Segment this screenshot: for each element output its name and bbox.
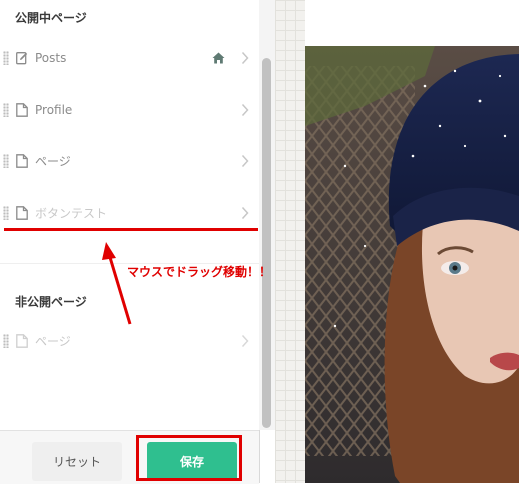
edit-icon (16, 52, 28, 65)
page-item-button-test[interactable]: ボタンテスト (0, 187, 259, 239)
preview-header (305, 0, 519, 46)
scrollbar-thumb[interactable] (262, 58, 271, 428)
preview-photo (305, 46, 519, 483)
page-item-page[interactable]: ページ (0, 135, 259, 187)
document-icon (16, 103, 28, 117)
page-item-label: ボタンテスト (35, 206, 108, 221)
drag-handle-icon[interactable] (3, 103, 9, 117)
portrait-image (305, 46, 519, 483)
chevron-right-icon[interactable] (241, 334, 249, 348)
chevron-right-icon[interactable] (241, 51, 249, 65)
drag-handle-icon[interactable] (3, 334, 9, 348)
drop-indicator-line (4, 228, 258, 231)
published-pages-heading: 公開中ページ (15, 11, 87, 25)
chevron-right-icon[interactable] (241, 154, 249, 168)
drag-handle-icon[interactable] (3, 51, 9, 65)
chevron-right-icon[interactable] (241, 206, 249, 220)
page-item-profile[interactable]: Profile (0, 84, 259, 136)
page-item-label: ページ (35, 334, 71, 349)
drag-handle-icon[interactable] (3, 206, 9, 220)
drag-handle-icon[interactable] (3, 154, 9, 168)
document-icon (16, 206, 28, 220)
save-highlight-box (136, 435, 242, 481)
page-item-label: Posts (35, 51, 67, 65)
page-item-label: ページ (35, 154, 71, 169)
page-item-label: Profile (35, 103, 73, 117)
reset-button[interactable]: リセット (32, 442, 122, 481)
document-icon (16, 154, 28, 168)
unpublished-pages-heading: 非公開ページ (15, 295, 87, 309)
drag-annotation-text: マウスでドラッグ移動！！ (127, 265, 272, 279)
document-icon (16, 334, 28, 348)
annotation-arrow-icon (102, 242, 132, 325)
page-item-posts[interactable]: Posts (0, 32, 259, 84)
chevron-right-icon[interactable] (241, 103, 249, 117)
home-icon (212, 52, 225, 64)
